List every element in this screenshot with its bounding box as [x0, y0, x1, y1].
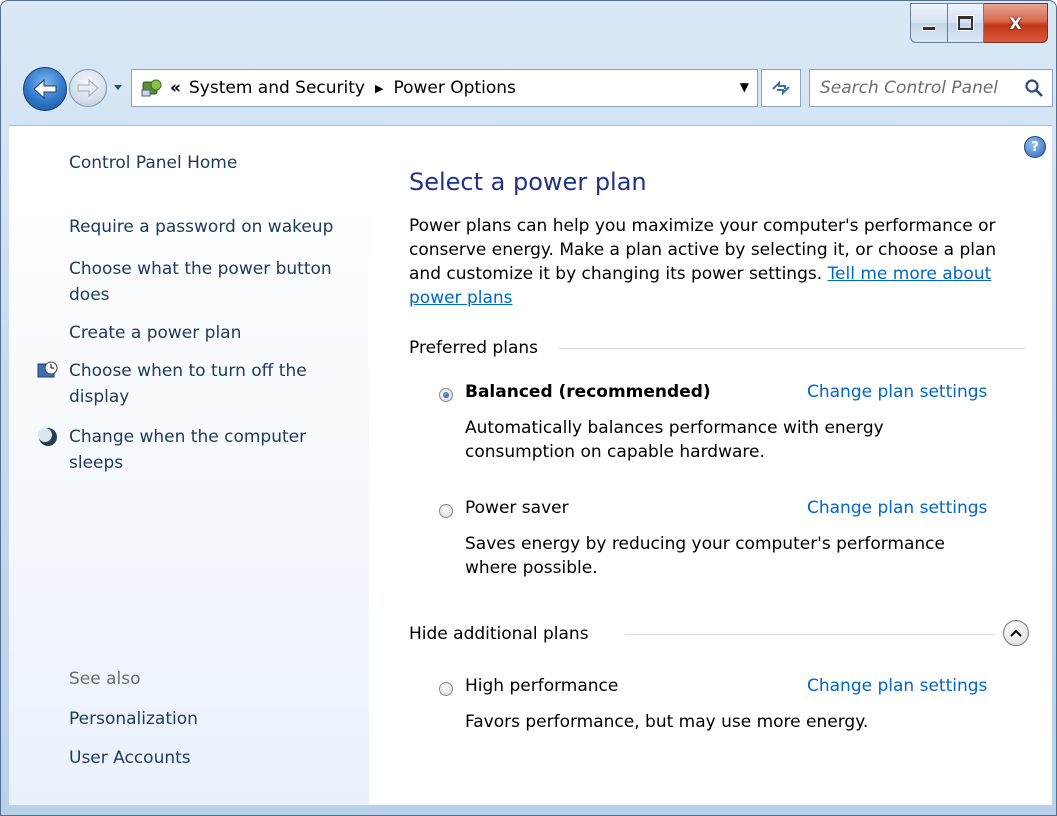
high-performance-change-settings-link[interactable]: Change plan settings [807, 676, 987, 696]
chevron-up-icon [1010, 629, 1022, 637]
maximize-icon [958, 16, 973, 30]
require-password-link[interactable]: Require a password on wakeup [69, 214, 349, 240]
search-icon[interactable] [1024, 78, 1044, 98]
breadcrumb-item-system-and-security[interactable]: System and Security [189, 78, 365, 98]
balanced-radio[interactable] [439, 388, 453, 402]
content-area: Control Panel Home Require a password on… [9, 125, 1052, 805]
user-accounts-link[interactable]: User Accounts [69, 745, 191, 771]
back-arrow-icon [33, 78, 57, 100]
power-saver-radio[interactable] [439, 504, 453, 518]
forward-arrow-icon [77, 79, 99, 97]
main-pane: ? Select a power plan Power plans can he… [369, 126, 1052, 805]
personalization-link[interactable]: Personalization [69, 706, 198, 732]
refresh-button[interactable] [761, 69, 801, 107]
navigation-bar: « System and Security ▶ Power Options ▼ [23, 67, 1053, 111]
control-panel-icon [138, 74, 166, 102]
display-timer-icon [37, 360, 59, 382]
power-saver-plan-description: Saves energy by reducing your computer's… [465, 534, 945, 578]
preferred-plans-divider [559, 348, 1025, 349]
search-input[interactable] [818, 77, 1012, 99]
high-performance-plan-description: Favors performance, but may use more ene… [465, 712, 869, 732]
balanced-plan-name[interactable]: Balanced (recommended) [465, 382, 711, 402]
power-options-window: X « System and Security ▶ Power Options … [0, 0, 1057, 816]
power-button-link[interactable]: Choose what the power button does [69, 256, 359, 308]
breadcrumb-item-power-options[interactable]: Power Options [393, 78, 515, 98]
breadcrumb-separator-icon[interactable]: ▶ [375, 82, 383, 95]
caption-buttons: X [910, 3, 1048, 43]
close-icon: X [1009, 13, 1022, 33]
address-bar[interactable]: « System and Security ▶ Power Options ▼ [131, 69, 758, 107]
sleep-moon-icon [37, 426, 59, 448]
preferred-plans-heading: Preferred plans [409, 338, 538, 358]
address-dropdown-icon[interactable]: ▼ [740, 80, 749, 94]
minimize-button[interactable] [910, 3, 948, 43]
breadcrumb-overflow[interactable]: « [170, 78, 181, 98]
computer-sleeps-link[interactable]: Change when the computer sleeps [69, 424, 349, 476]
collapse-plans-button[interactable] [1003, 620, 1029, 646]
task-pane: Control Panel Home Require a password on… [9, 126, 370, 805]
turn-off-display-link[interactable]: Choose when to turn off the display [69, 358, 349, 410]
close-button[interactable]: X [984, 3, 1048, 43]
see-also-heading: See also [69, 669, 141, 689]
high-performance-plan-name[interactable]: High performance [465, 676, 618, 696]
power-saver-plan-name[interactable]: Power saver [465, 498, 569, 518]
recent-pages-dropdown[interactable] [111, 79, 125, 97]
additional-plans-heading[interactable]: Hide additional plans [409, 624, 589, 644]
forward-button[interactable] [69, 69, 107, 107]
chevron-down-icon [114, 85, 122, 90]
create-power-plan-link[interactable]: Create a power plan [69, 320, 349, 346]
control-panel-home-link[interactable]: Control Panel Home [69, 150, 237, 176]
search-box [809, 69, 1053, 107]
page-title: Select a power plan [409, 168, 647, 196]
balanced-plan-description: Automatically balances performance with … [465, 418, 884, 462]
refresh-icon [772, 80, 790, 96]
additional-plans-divider [625, 634, 995, 635]
minimize-icon [922, 25, 936, 31]
maximize-button[interactable] [948, 3, 984, 43]
page-description: Power plans can help you maximize your c… [409, 214, 1029, 310]
balanced-change-settings-link[interactable]: Change plan settings [807, 382, 987, 402]
breadcrumb: « System and Security ▶ Power Options [170, 78, 516, 98]
power-saver-change-settings-link[interactable]: Change plan settings [807, 498, 987, 518]
help-icon[interactable]: ? [1024, 136, 1046, 158]
high-performance-radio[interactable] [439, 682, 453, 696]
back-button[interactable] [23, 67, 67, 111]
